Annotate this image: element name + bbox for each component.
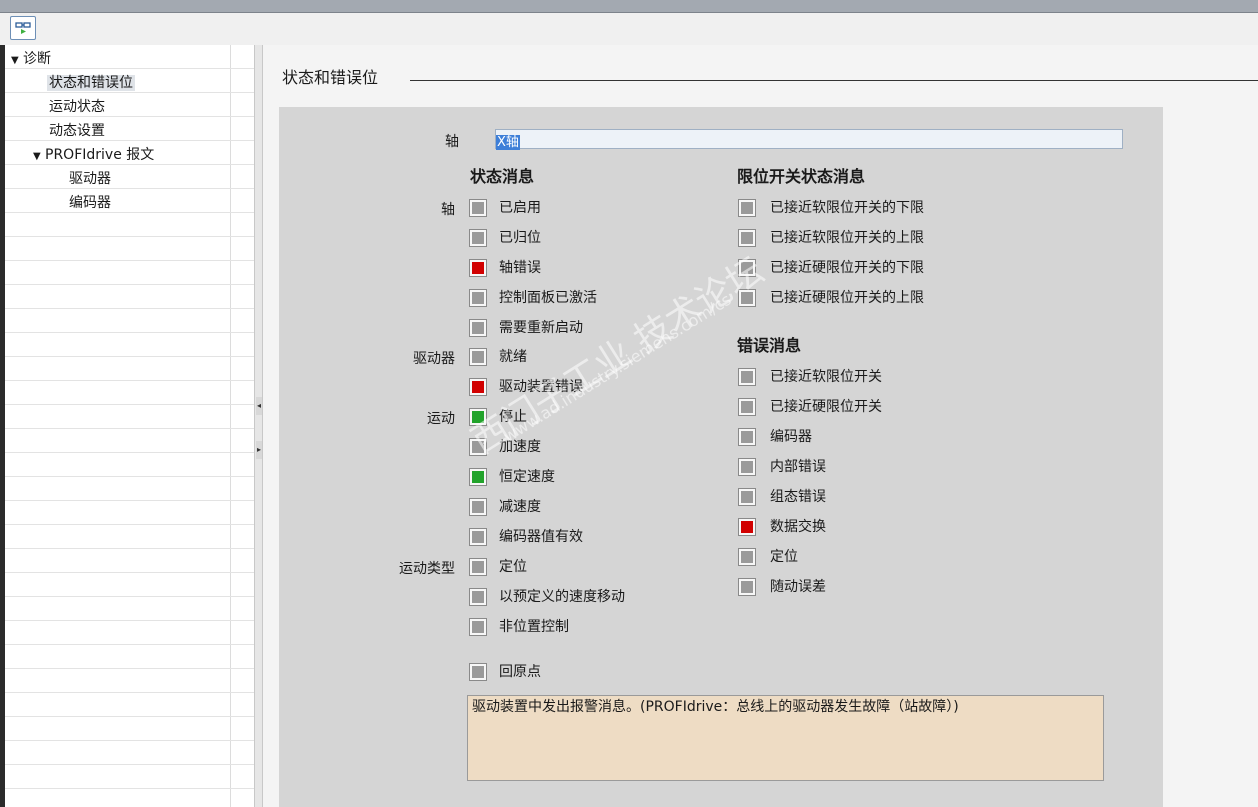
alarm-message-box[interactable]: 驱动装置中发出报警消息。(PROFIdrive：总线上的驱动器发生故障（站故障）… xyxy=(467,695,1104,781)
window-top-bar xyxy=(0,0,1258,13)
navigation-tree-column xyxy=(230,45,255,807)
tree-item-diagnostics[interactable]: ▼ 诊断 xyxy=(11,48,51,70)
status-indicator xyxy=(469,348,487,366)
tree-item-drive[interactable]: 驱动器 xyxy=(69,168,111,190)
axis-label: 轴 xyxy=(445,134,459,150)
status-indicator xyxy=(469,408,487,426)
status-indicator xyxy=(738,548,756,566)
tree-item-motion-status[interactable]: 运动状态 xyxy=(49,96,105,118)
status-indicator xyxy=(738,289,756,307)
status-indicator xyxy=(469,528,487,546)
status-indicator xyxy=(469,199,487,217)
tree-item-encoder[interactable]: 编码器 xyxy=(69,192,111,214)
status-indicator xyxy=(469,259,487,277)
status-indicator xyxy=(738,229,756,247)
status-indicator xyxy=(738,458,756,476)
tree-item-dynamic-settings[interactable]: 动态设置 xyxy=(49,120,105,142)
group-label-motion-type: 运动类型 xyxy=(399,561,455,577)
group-label-motion: 运动 xyxy=(427,411,455,427)
status-indicator xyxy=(469,468,487,486)
section-title: 状态和错误位 xyxy=(282,68,379,87)
status-indicator xyxy=(469,378,487,396)
status-indicator xyxy=(469,663,487,681)
group-label-axis: 轴 xyxy=(441,202,455,218)
expand-down-icon[interactable]: ▼ xyxy=(33,146,45,168)
expand-right-icon[interactable]: ▸ xyxy=(256,441,262,459)
status-indicator xyxy=(469,618,487,636)
status-messages-header: 状态消息 xyxy=(470,167,535,186)
group-label-drive: 驱动器 xyxy=(413,351,455,367)
tree-item-status-error-bits[interactable]: 状态和错误位 xyxy=(47,72,135,94)
status-indicator xyxy=(738,578,756,596)
error-messages-header: 错误消息 xyxy=(737,336,802,355)
status-indicator xyxy=(469,588,487,606)
status-indicator xyxy=(738,199,756,217)
status-indicator xyxy=(738,398,756,416)
status-indicator xyxy=(469,558,487,576)
status-indicator xyxy=(469,319,487,337)
status-indicator xyxy=(738,518,756,536)
section-divider xyxy=(410,80,1258,81)
axis-field[interactable]: X轴 xyxy=(495,129,1123,150)
main-content: 状态和错误位 轴 X轴 状态消息 限位开关状态消息 轴 驱动器 运动 运动类型 … xyxy=(263,45,1258,807)
glasses-icon xyxy=(15,22,31,34)
status-indicator xyxy=(469,498,487,516)
collapse-left-icon[interactable]: ◂ xyxy=(256,397,262,415)
status-panel: 轴 X轴 状态消息 限位开关状态消息 轴 驱动器 运动 运动类型 已启用 已归位… xyxy=(279,107,1163,807)
toolbar xyxy=(0,13,1258,46)
expand-down-icon[interactable]: ▼ xyxy=(11,50,23,72)
status-indicator xyxy=(469,229,487,247)
status-indicator xyxy=(738,259,756,277)
monitor-all-button[interactable] xyxy=(10,16,36,40)
status-indicator xyxy=(469,289,487,307)
status-indicator xyxy=(469,438,487,456)
status-indicator xyxy=(738,428,756,446)
pane-splitter[interactable]: ◂ ▸ xyxy=(254,45,263,807)
axis-value: X轴 xyxy=(496,135,520,150)
status-indicator xyxy=(738,368,756,386)
limit-switch-header: 限位开关状态消息 xyxy=(737,167,866,186)
status-indicator xyxy=(738,488,756,506)
tree-item-profidrive-telegram[interactable]: ▼ PROFIdrive 报文 xyxy=(33,144,154,166)
